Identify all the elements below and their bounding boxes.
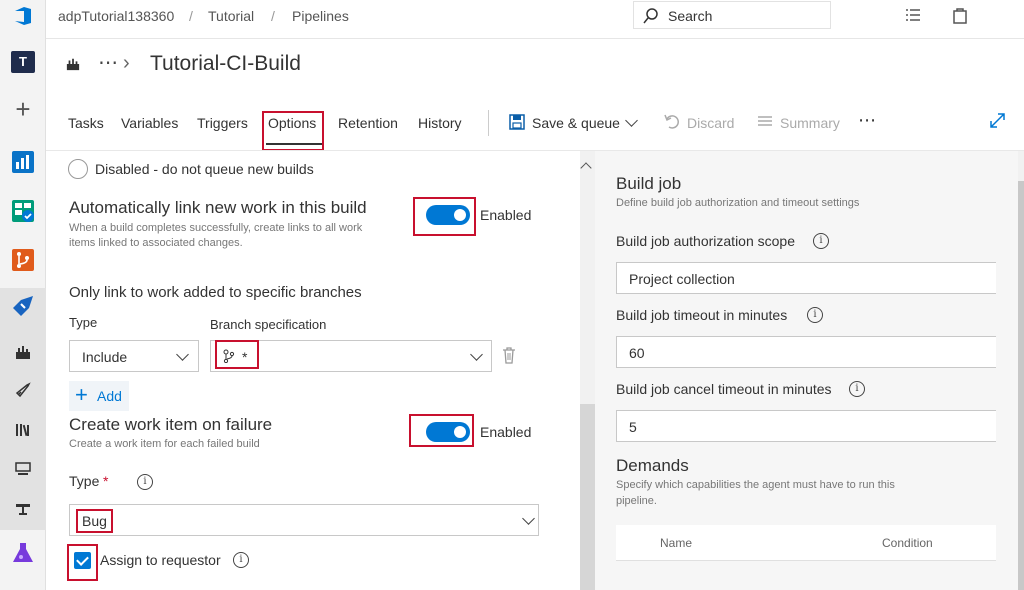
- branch-type-select[interactable]: Include: [69, 340, 199, 372]
- work-item-failure-title: Create work item on failure: [69, 415, 273, 434]
- toolbar-divider: [488, 110, 489, 136]
- info-icon[interactable]: i: [849, 381, 865, 397]
- task-groups-icon[interactable]: [15, 461, 31, 477]
- auto-link-toggle-label: Enabled: [480, 207, 532, 223]
- search-label: Search: [668, 8, 713, 24]
- undo-icon: [664, 114, 679, 129]
- chevron-down-icon: [522, 512, 535, 525]
- boards-icon[interactable]: [11, 199, 35, 223]
- breadcrumb-project[interactable]: Tutorial: [208, 8, 254, 24]
- breadcrumb-section[interactable]: Pipelines: [292, 8, 349, 24]
- work-item-type-select[interactable]: Bug: [69, 504, 539, 536]
- right-pane-scrollbar[interactable]: [1018, 151, 1024, 590]
- project-avatar[interactable]: T: [11, 51, 35, 73]
- work-item-type-label: Type: [69, 473, 100, 489]
- breadcrumb-org[interactable]: adpTutorial138360: [58, 8, 174, 24]
- tab-retention[interactable]: Retention: [338, 115, 398, 131]
- summary-icon: [758, 116, 772, 126]
- add-label: Add: [97, 388, 122, 404]
- library-icon[interactable]: [15, 422, 31, 438]
- demands-title: Demands: [616, 456, 689, 475]
- repos-icon[interactable]: [11, 248, 35, 272]
- breadcrumb-separator: /: [271, 8, 275, 24]
- highlight-box: [215, 340, 259, 369]
- work-item-failure-toggle-label: Enabled: [480, 424, 532, 440]
- save-icon: [509, 114, 525, 130]
- azure-devops-logo-icon[interactable]: [12, 5, 34, 27]
- page-title: Tutorial-CI-Build: [150, 52, 301, 75]
- releases-rocket-icon[interactable]: [15, 382, 31, 398]
- column-header-condition[interactable]: Condition: [882, 536, 933, 550]
- expand-icon[interactable]: [989, 112, 1006, 129]
- chevron-down-icon: [176, 348, 189, 361]
- discard-button[interactable]: Discard: [687, 115, 734, 131]
- info-icon[interactable]: i: [807, 307, 823, 323]
- assign-requestor-label: Assign to requestor: [100, 552, 221, 568]
- disabled-radio[interactable]: [68, 159, 88, 179]
- shopping-bag-icon[interactable]: [951, 6, 969, 24]
- cancel-timeout-input[interactable]: 5: [616, 410, 996, 442]
- plus-icon: +: [75, 382, 88, 407]
- timeout-label: Build job timeout in minutes: [616, 307, 788, 323]
- timeout-input[interactable]: 60: [616, 336, 996, 368]
- highlight-box: [413, 197, 476, 236]
- left-pane-scroll-thumb[interactable]: [580, 404, 595, 590]
- header-more-icon[interactable]: ⋯: [98, 50, 119, 75]
- builds-icon[interactable]: [15, 344, 31, 360]
- build-job-description: Define build job authorization and timeo…: [616, 197, 860, 209]
- search-icon: [643, 8, 658, 24]
- auto-link-description: When a build completes successfully, cre…: [69, 222, 363, 234]
- cancel-timeout-value: 5: [629, 419, 637, 435]
- chevron-down-icon: [470, 348, 483, 361]
- tab-history[interactable]: History: [418, 115, 462, 131]
- branch-spec-label: Branch specification: [210, 317, 327, 332]
- highlight-box: [76, 509, 113, 533]
- branch-filter-title: Only link to work added to specific bran…: [69, 284, 362, 301]
- info-icon[interactable]: i: [233, 552, 249, 568]
- branch-type-value: Include: [82, 349, 128, 365]
- tab-tasks[interactable]: Tasks: [68, 115, 104, 131]
- chevron-down-icon[interactable]: [625, 114, 638, 127]
- left-rail: T +: [0, 0, 46, 590]
- save-queue-button[interactable]: Save & queue: [532, 115, 620, 131]
- highlight-box: [67, 544, 98, 581]
- demands-table-header: Name Condition: [616, 525, 996, 561]
- chevron-right-icon: ›: [123, 52, 130, 74]
- required-marker: *: [103, 473, 109, 489]
- tab-variables[interactable]: Variables: [121, 115, 178, 131]
- highlight-box: [409, 414, 474, 447]
- add-branch-button[interactable]: + Add: [69, 381, 129, 411]
- work-item-failure-description: Create a work item for each failed build: [69, 438, 260, 450]
- auth-scope-value: Project collection: [629, 271, 735, 287]
- demands-description: pipeline.: [616, 495, 657, 507]
- deployment-groups-icon[interactable]: [15, 501, 31, 517]
- column-header-name[interactable]: Name: [660, 536, 692, 550]
- new-project-icon[interactable]: +: [11, 96, 35, 122]
- branch-type-label: Type: [69, 315, 98, 330]
- summary-button[interactable]: Summary: [780, 115, 840, 131]
- boards-overview-icon[interactable]: [11, 150, 35, 174]
- highlight-box: [262, 111, 324, 151]
- timeout-value: 60: [629, 345, 645, 361]
- build-pipeline-icon: [66, 58, 80, 71]
- auth-scope-label: Build job authorization scope: [616, 233, 796, 249]
- search-box[interactable]: Search: [633, 1, 831, 29]
- build-job-title: Build job: [616, 174, 682, 193]
- breadcrumb-separator: /: [189, 8, 193, 24]
- pipelines-section-highlight: [0, 288, 46, 530]
- cancel-timeout-label: Build job cancel timeout in minutes: [616, 381, 832, 397]
- auth-scope-select[interactable]: Project collection: [616, 262, 996, 294]
- trash-icon[interactable]: [502, 347, 516, 364]
- demands-description: Specify which capabilities the agent mus…: [616, 479, 895, 491]
- toolbar-more-icon[interactable]: ⋯: [858, 110, 876, 131]
- disabled-option-label: Disabled - do not queue new builds: [95, 161, 314, 177]
- auto-link-title: Automatically link new work in this buil…: [69, 198, 367, 217]
- info-icon[interactable]: i: [137, 474, 153, 490]
- tab-triggers[interactable]: Triggers: [197, 115, 248, 131]
- test-plans-flask-icon[interactable]: [11, 541, 35, 565]
- pipelines-icon[interactable]: [11, 294, 35, 318]
- list-icon[interactable]: [904, 6, 922, 24]
- auto-link-description: items linked to associated changes.: [69, 237, 243, 249]
- info-icon[interactable]: i: [813, 233, 829, 249]
